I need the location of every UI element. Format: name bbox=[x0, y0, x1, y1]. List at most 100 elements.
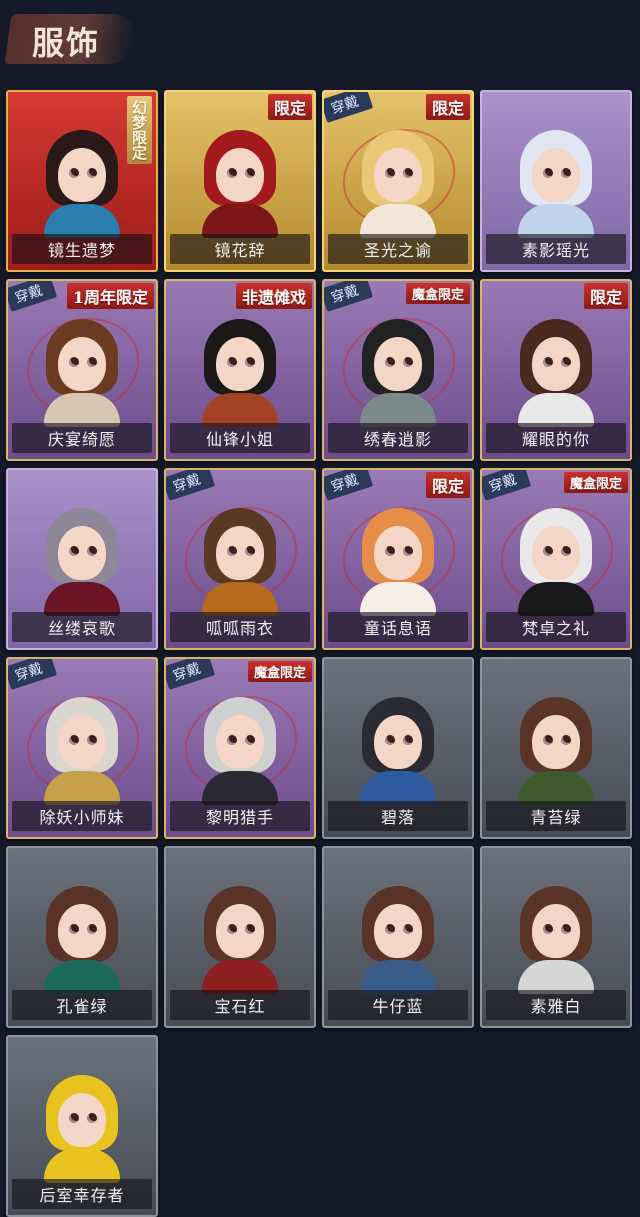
costume-card[interactable]: 牛仔蓝 bbox=[322, 846, 474, 1028]
portrait-face bbox=[58, 904, 106, 958]
portrait-face bbox=[374, 526, 422, 580]
limited-tag: 限定 bbox=[267, 94, 312, 120]
costume-card[interactable]: 魔盒限定 穿戴 黎明猎手 bbox=[164, 657, 316, 839]
costume-name-bar: 庆宴绮愿 bbox=[12, 423, 152, 453]
portrait-outfit bbox=[202, 393, 278, 427]
portrait-face bbox=[532, 337, 580, 391]
costume-name-bar: 黎明猎手 bbox=[170, 801, 310, 831]
costume-card[interactable]: 限定 穿戴 圣光之谕 bbox=[322, 90, 474, 272]
limited-tag: 魔盒限定 bbox=[405, 283, 470, 304]
portrait-eye-left bbox=[543, 924, 553, 934]
costume-card[interactable]: 幻梦限定镜生遗梦 bbox=[6, 90, 158, 272]
portrait-outfit bbox=[360, 204, 436, 238]
portrait-eye-right bbox=[403, 924, 413, 934]
costume-card[interactable]: 限定 耀眼的你 bbox=[480, 279, 632, 461]
costume-name-bar: 呱呱雨衣 bbox=[170, 612, 310, 642]
costume-name: 镜花辞 bbox=[214, 241, 266, 260]
costume-name: 黎明猎手 bbox=[205, 808, 274, 827]
costume-card[interactable]: 非遗傩戏 仙锋小姐 bbox=[164, 279, 316, 461]
costume-card[interactable]: 1周年限定 穿戴庆宴绮愿 bbox=[6, 279, 158, 461]
portrait-face bbox=[374, 148, 422, 202]
portrait-eye-right bbox=[87, 357, 97, 367]
portrait-eye-right bbox=[87, 1113, 97, 1123]
costume-card[interactable]: 限定 穿戴 童话息语 bbox=[322, 468, 474, 650]
character-portrait bbox=[352, 880, 444, 994]
costume-name: 孔雀绿 bbox=[56, 997, 108, 1016]
character-portrait bbox=[352, 691, 444, 805]
portrait-eye-right bbox=[87, 168, 97, 178]
portrait-eye-left bbox=[385, 924, 395, 934]
portrait-outfit bbox=[202, 204, 278, 238]
portrait-eye-right bbox=[245, 168, 255, 178]
costume-name: 素雅白 bbox=[530, 997, 582, 1016]
costume-card[interactable]: 素雅白 bbox=[480, 846, 632, 1028]
portrait-outfit bbox=[44, 204, 120, 238]
portrait-eye-right bbox=[561, 168, 571, 178]
character-portrait bbox=[510, 880, 602, 994]
portrait-eye-left bbox=[543, 546, 553, 556]
portrait-eye-left bbox=[69, 357, 79, 367]
portrait-outfit bbox=[360, 960, 436, 994]
costume-name-bar: 孔雀绿 bbox=[12, 990, 152, 1020]
costume-name-bar: 绣春逍影 bbox=[328, 423, 468, 453]
costume-name: 绣春逍影 bbox=[363, 430, 432, 449]
portrait-outfit bbox=[44, 582, 120, 616]
costume-name-bar: 镜生遗梦 bbox=[12, 234, 152, 264]
portrait-outfit bbox=[202, 771, 278, 805]
costume-card[interactable]: 限定镜花辞 bbox=[164, 90, 316, 272]
costume-name: 仙锋小姐 bbox=[205, 430, 274, 449]
portrait-outfit bbox=[360, 582, 436, 616]
limited-tag: 1周年限定 bbox=[66, 283, 154, 309]
costume-name: 梵卓之礼 bbox=[521, 619, 590, 638]
costume-card[interactable]: 孔雀绿 bbox=[6, 846, 158, 1028]
costume-card[interactable]: 宝石红 bbox=[164, 846, 316, 1028]
portrait-face bbox=[216, 526, 264, 580]
worn-ribbon: 穿戴 bbox=[166, 659, 216, 690]
portrait-outfit bbox=[518, 771, 594, 805]
costume-card[interactable]: 碧落 bbox=[322, 657, 474, 839]
costume-name: 青苔绿 bbox=[530, 808, 582, 827]
limited-tag: 幻梦限定 bbox=[127, 96, 152, 164]
limited-tag: 魔盒限定 bbox=[563, 472, 628, 493]
portrait-face bbox=[216, 148, 264, 202]
portrait-outfit bbox=[518, 582, 594, 616]
costume-name-bar: 后室幸存者 bbox=[12, 1179, 152, 1209]
portrait-eye-left bbox=[69, 168, 79, 178]
costume-card[interactable]: 穿戴 呱呱雨衣 bbox=[164, 468, 316, 650]
character-portrait bbox=[352, 124, 444, 238]
portrait-outfit bbox=[202, 960, 278, 994]
costume-name-bar: 素雅白 bbox=[486, 990, 626, 1020]
portrait-eye-left bbox=[227, 735, 237, 745]
portrait-face bbox=[374, 337, 422, 391]
costume-card[interactable]: 穿戴 除妖小师妹 bbox=[6, 657, 158, 839]
costume-card[interactable]: 后室幸存者 bbox=[6, 1035, 158, 1217]
worn-ribbon: 穿戴 bbox=[324, 92, 374, 123]
page-title: 服饰 bbox=[32, 24, 101, 62]
costume-card[interactable]: 魔盒限定 穿戴 绣春逍影 bbox=[322, 279, 474, 461]
costume-card[interactable]: 魔盒限定 穿戴 梵卓之礼 bbox=[480, 468, 632, 650]
portrait-eye-right bbox=[403, 735, 413, 745]
portrait-outfit bbox=[360, 393, 436, 427]
portrait-eye-left bbox=[69, 924, 79, 934]
worn-ribbon: 穿戴 bbox=[8, 281, 58, 312]
portrait-face bbox=[58, 526, 106, 580]
portrait-eye-right bbox=[403, 546, 413, 556]
portrait-eye-left bbox=[69, 546, 79, 556]
costume-card[interactable]: 丝缕哀歌 bbox=[6, 468, 158, 650]
portrait-face bbox=[58, 1093, 106, 1147]
portrait-eye-right bbox=[561, 357, 571, 367]
costume-name: 圣光之谕 bbox=[363, 241, 432, 260]
portrait-eye-left bbox=[385, 168, 395, 178]
portrait-face bbox=[374, 715, 422, 769]
character-portrait bbox=[36, 313, 128, 427]
costume-card[interactable]: 青苔绿 bbox=[480, 657, 632, 839]
costume-card[interactable]: 素影瑶光 bbox=[480, 90, 632, 272]
costume-name: 宝石红 bbox=[214, 997, 266, 1016]
portrait-outfit bbox=[360, 771, 436, 805]
portrait-outfit bbox=[202, 582, 278, 616]
costume-name: 童话息语 bbox=[363, 619, 432, 638]
character-portrait bbox=[36, 124, 128, 238]
portrait-eye-right bbox=[87, 735, 97, 745]
costume-name-bar: 素影瑶光 bbox=[486, 234, 626, 264]
portrait-face bbox=[532, 526, 580, 580]
